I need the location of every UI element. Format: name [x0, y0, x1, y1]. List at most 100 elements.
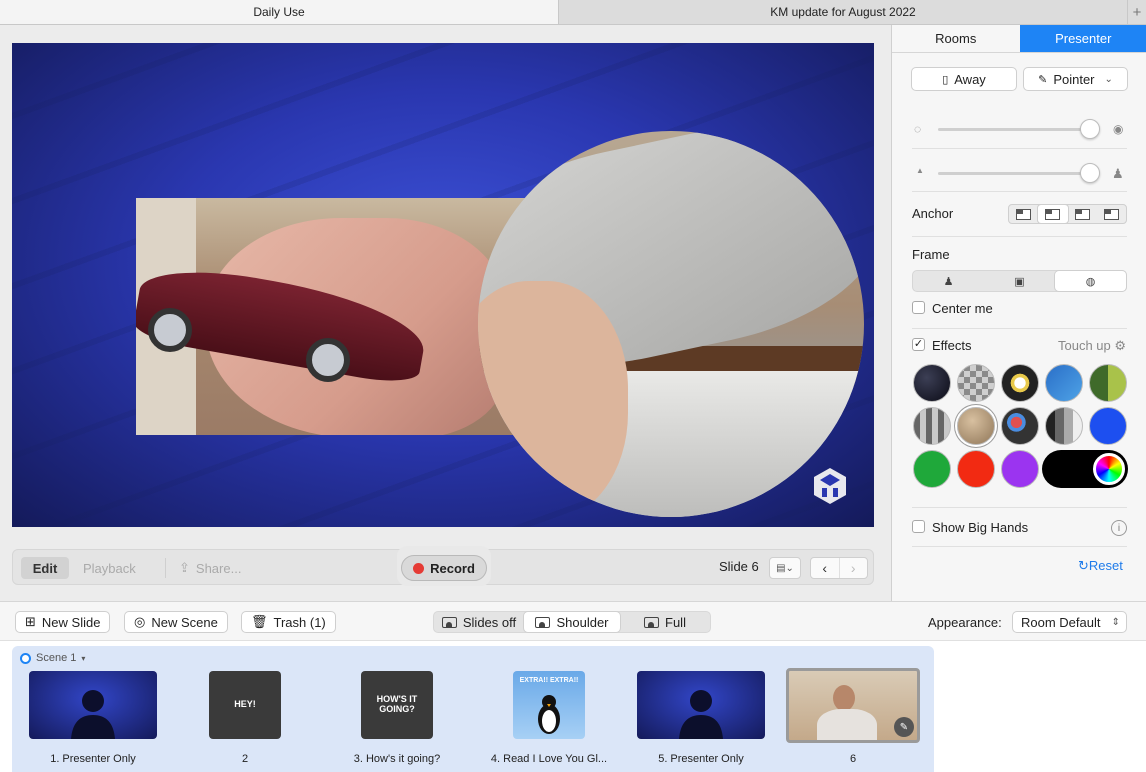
document-tab-bar: Daily Use KM update for August 2022 +: [0, 0, 1146, 25]
chevron-down-icon[interactable]: ⌄: [1105, 74, 1113, 85]
slide-thumbnail[interactable]: HOW'S IT GOING?: [361, 671, 433, 739]
chevron-down-icon: ▾: [81, 653, 86, 663]
full-label: Full: [665, 614, 686, 630]
effects-checkbox[interactable]: ✓: [912, 338, 925, 351]
slide-caption: 2: [241, 753, 249, 765]
away-label: Away: [954, 71, 986, 87]
effect-grayscale[interactable]: [1045, 407, 1083, 445]
size-slider[interactable]: ▲ ♟: [912, 163, 1127, 183]
slide-navigation: ‹ ›: [810, 557, 868, 579]
person-icon: ♟: [943, 275, 954, 288]
info-icon[interactable]: i: [1111, 520, 1127, 536]
share-label: Share...: [195, 560, 242, 576]
new-slide-label: New Slide: [41, 614, 101, 630]
pointer-button[interactable]: ✎ Pointer ⌄: [1023, 67, 1128, 91]
presenter-camera-circle[interactable]: [478, 131, 864, 517]
mmhmm-logo-icon: [814, 468, 846, 504]
effect-red[interactable]: [957, 450, 995, 488]
tab-daily-use[interactable]: Daily Use: [0, 0, 559, 24]
playback-button[interactable]: Playback: [83, 557, 136, 579]
size-track: [938, 172, 1094, 175]
color-wheel-icon[interactable]: [1093, 453, 1125, 485]
person-head: [833, 685, 855, 711]
person-large-icon: ♟: [1112, 166, 1124, 181]
effect-space[interactable]: [913, 364, 951, 402]
effect-blue-line[interactable]: [1045, 364, 1083, 402]
anchor-top-right[interactable]: [1068, 205, 1097, 223]
tab-presenter[interactable]: Presenter: [1019, 25, 1146, 52]
frame-silhouette-button[interactable]: ♟: [913, 271, 984, 291]
slide-thumbnail[interactable]: EXTRA!! EXTRA!!: [513, 671, 585, 739]
divider: [912, 148, 1127, 149]
slide-thumbnail[interactable]: HEY!: [209, 671, 281, 739]
anchor-label: Anchor: [912, 206, 954, 221]
trash-button[interactable]: 🗑 Trash (1): [241, 611, 336, 633]
center-me-checkbox[interactable]: [912, 301, 925, 314]
previous-slide-button[interactable]: ‹: [811, 558, 839, 578]
layout-selector: Slides off Shoulder Full: [433, 611, 711, 633]
add-tab-button[interactable]: +: [1127, 0, 1146, 24]
panel-tabs: Rooms Presenter: [892, 25, 1146, 53]
touch-up-button[interactable]: Touch up ⚙: [1058, 338, 1126, 354]
effect-rgb[interactable]: [1001, 407, 1039, 445]
anchor-bottom-right[interactable]: [1038, 205, 1068, 223]
record-button[interactable]: Record: [401, 555, 487, 581]
toolbar-divider: [165, 558, 166, 578]
frame-rectangle-button[interactable]: ▣: [984, 271, 1055, 291]
size-knob[interactable]: [1080, 163, 1100, 183]
car-wheel: [148, 308, 192, 352]
slide-strip: Scene 1 ▾ 1. Presenter Only HEY! 2 HOW'S…: [0, 641, 1146, 772]
effect-sepia[interactable]: [957, 407, 995, 445]
presenter-stage[interactable]: [12, 43, 874, 527]
opacity-knob[interactable]: [1080, 119, 1100, 139]
anchor-top-left-icon: [1103, 208, 1119, 220]
frame-circle-button[interactable]: ◍: [1055, 271, 1126, 291]
frame-label: Frame: [912, 247, 950, 262]
slides-toolbar: ⊞ New Slide ◎ New Scene 🗑 Trash (1) Slid…: [0, 601, 1146, 641]
slide-indicator: Slide 6: [719, 559, 759, 574]
pointer-icon: ✎: [1038, 73, 1048, 86]
appearance-select[interactable]: Room Default ⇕: [1012, 611, 1127, 633]
new-slide-button[interactable]: ⊞ New Slide: [15, 611, 111, 633]
effect-custom-color[interactable]: [1042, 450, 1128, 488]
new-scene-button[interactable]: ◎ New Scene: [124, 611, 228, 633]
edit-button[interactable]: Edit: [21, 557, 69, 579]
tab-rooms[interactable]: Rooms: [892, 25, 1020, 52]
slide-thumbnail-selected[interactable]: ✎: [786, 668, 920, 743]
rectangle-person-icon: ▣: [1014, 275, 1025, 288]
show-big-hands-checkbox[interactable]: [912, 520, 925, 533]
effect-purple[interactable]: [1001, 450, 1039, 488]
effect-frame[interactable]: [1001, 364, 1039, 402]
effect-green-split[interactable]: [1089, 364, 1127, 402]
reset-icon: ↻: [1078, 558, 1089, 573]
full-button[interactable]: Full: [620, 612, 710, 632]
show-big-hands-label: Show Big Hands: [932, 520, 1029, 535]
slide-thumbnail[interactable]: [29, 671, 157, 739]
scene-group: Scene 1 ▾ 1. Presenter Only HEY! 2 HOW'S…: [12, 646, 934, 772]
slide-caption: 4. Read I Love You Gl...: [490, 753, 608, 765]
person-body: [817, 709, 877, 740]
shoulder-button[interactable]: Shoulder: [524, 612, 620, 632]
reset-button[interactable]: ↻Reset: [1078, 558, 1123, 574]
scene-icon: [20, 652, 31, 664]
away-button[interactable]: ▯ Away: [911, 67, 1017, 91]
tab-km-update[interactable]: KM update for August 2022: [559, 0, 1127, 24]
anchor-bottom-left[interactable]: [1009, 205, 1038, 223]
share-button[interactable]: ⇪ Share...: [179, 557, 241, 579]
anchor-top-left[interactable]: [1097, 205, 1126, 223]
next-slide-button[interactable]: ›: [838, 558, 868, 578]
slides-off-button[interactable]: Slides off: [434, 612, 524, 632]
slide-thumbnail[interactable]: [637, 671, 765, 739]
effect-film[interactable]: [913, 407, 951, 445]
effect-green[interactable]: [913, 450, 951, 488]
effect-pixelate[interactable]: [957, 364, 995, 402]
gear-icon: ⚙: [1114, 338, 1127, 353]
slide-menu-button[interactable]: ▤⌄: [769, 557, 801, 579]
opacity-slider[interactable]: ◌ ◉: [912, 119, 1127, 139]
penguin-icon: [538, 695, 560, 734]
effects-label: Effects: [932, 338, 972, 353]
reset-label: Reset: [1088, 558, 1123, 573]
scene-header[interactable]: Scene 1 ▾: [20, 652, 85, 664]
edit-pencil-icon[interactable]: ✎: [894, 717, 914, 737]
effect-blue[interactable]: [1089, 407, 1127, 445]
